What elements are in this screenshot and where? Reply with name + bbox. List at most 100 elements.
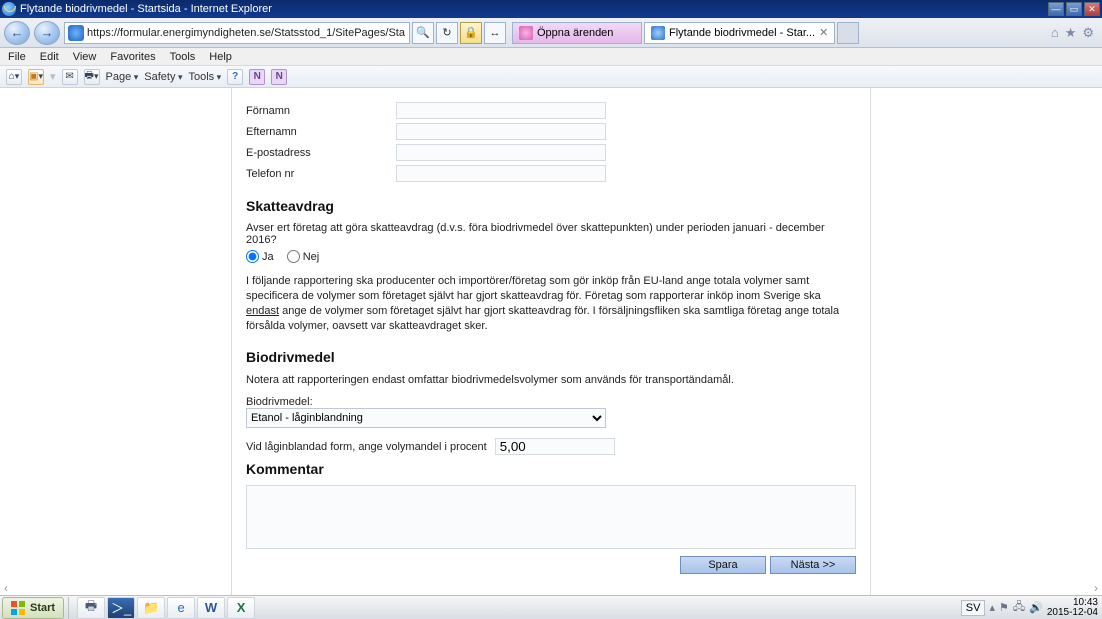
bio-select[interactable]: Etanol - låginblandning [246,408,606,428]
forward-button[interactable]: → [34,21,60,45]
input-efternamn[interactable] [396,123,606,140]
settings-icon[interactable]: ⚙ [1082,25,1094,41]
taskbar-explorer-icon[interactable]: 📁 [137,597,165,619]
input-epost[interactable] [396,144,606,161]
input-fornamn[interactable] [396,102,606,119]
tab-flytande-biodrivmedel[interactable]: Flytande biodrivmedel - Star... ✕ [644,22,835,44]
compat-button[interactable]: ↔ [484,22,506,44]
tab-label: Flytande biodrivmedel - Star... [669,27,815,39]
tray-chevron-icon[interactable]: ▴ [989,601,995,614]
kommentar-textarea[interactable] [246,485,856,549]
menu-edit[interactable]: Edit [40,51,59,63]
tray-network-icon[interactable]: 🖧 [1013,598,1025,617]
site-favicon-icon [68,25,84,41]
tab-close-icon[interactable]: ✕ [819,26,828,39]
menu-file[interactable]: File [8,51,26,63]
refresh-button[interactable]: ↻ [436,22,458,44]
ie-icon [2,2,16,16]
radio-nej-label: Nej [303,251,320,263]
minimize-button[interactable]: — [1048,2,1064,16]
taskbar: Start 🖶 ＞_ 📁 e W X SV ▴ ⚑ 🖧 🔊 10:43 2015… [0,595,1102,619]
onenote-icon[interactable]: N [271,69,287,85]
tab-favicon-icon [519,26,533,40]
home-dropdown-icon[interactable]: ⌂ [6,69,22,85]
label-epost: E-postadress [246,147,396,159]
tray-flag-icon[interactable]: ⚑ [999,601,1009,614]
feeds-dropdown-icon[interactable]: ▣ [28,69,44,85]
spara-button[interactable]: Spara [680,556,766,574]
taskbar-ie-icon[interactable]: e [167,597,195,619]
address-url: https://formular.energimyndigheten.se/St… [87,27,409,39]
page-viewport: Förnamn Efternamn E-postadress Telefon n… [0,88,1102,595]
windows-logo-icon [11,601,25,615]
skatt-question: Avser ert företag att göra skatteavdrag … [246,222,856,246]
favorites-icon[interactable]: ★ [1065,25,1077,41]
label-fornamn: Förnamn [246,105,396,117]
tab-label: Öppna ärenden [537,27,613,39]
taskbar-separator [68,597,73,619]
tray-language[interactable]: SV [961,600,986,616]
window-titlebar: Flytande biodrivmedel - Startsida - Inte… [0,0,1102,18]
tray-time: 10:43 [1047,598,1098,608]
heading-kommentar: Kommentar [246,461,856,477]
skatt-info-pre: I följande rapportering ska producenter … [246,275,821,302]
new-tab-button[interactable] [837,22,859,44]
skatt-info-under: endast [246,305,279,317]
radio-ja[interactable]: Ja [246,250,274,263]
address-bar[interactable]: https://formular.energimyndigheten.se/St… [64,22,410,44]
nasta-button[interactable]: Nästa >> [770,556,856,574]
start-button[interactable]: Start [2,597,64,619]
form-page: Förnamn Efternamn E-postadress Telefon n… [231,88,871,595]
menu-help[interactable]: Help [209,51,232,63]
page-menu[interactable]: Page [106,71,139,83]
scroll-area[interactable]: Förnamn Efternamn E-postadress Telefon n… [0,88,1102,595]
taskbar-word-icon[interactable]: W [197,597,225,619]
command-bar: ⌂ ▣ ▾ ✉ 🖶 Page Safety Tools ? N N [0,66,1102,88]
help-icon[interactable]: ? [227,69,243,85]
close-button[interactable]: ✕ [1084,2,1100,16]
menu-tools[interactable]: Tools [170,51,196,63]
bio-select-label: Biodrivmedel: [246,396,856,408]
onenote-linked-icon[interactable]: N [249,69,265,85]
heading-biodrivmedel: Biodrivmedel [246,349,856,365]
nasta-label: Nästa >> [791,559,836,571]
taskbar-powershell-icon[interactable]: ＞_ [107,597,135,619]
menu-bar: File Edit View Favorites Tools Help [0,48,1102,66]
start-label: Start [30,602,55,614]
address-row: ← → https://formular.energimyndigheten.s… [0,18,1102,48]
back-button[interactable]: ← [4,21,30,45]
system-tray: SV ▴ ⚑ 🖧 🔊 10:43 2015-12-04 [961,598,1102,618]
menu-view[interactable]: View [73,51,97,63]
taskbar-printer-icon[interactable]: 🖶 [77,597,105,619]
search-button[interactable]: 🔍 [412,22,434,44]
bio-note: Notera att rapporteringen endast omfatta… [246,373,856,388]
menu-favorites[interactable]: Favorites [110,51,155,63]
home-icon[interactable]: ⌂ [1051,25,1059,41]
tray-clock[interactable]: 10:43 2015-12-04 [1047,598,1098,618]
lock-icon: 🔒 [460,22,482,44]
label-efternamn: Efternamn [246,126,396,138]
radio-ja-input[interactable] [246,250,259,263]
tab-favicon-icon [651,26,665,40]
heading-skatteavdrag: Skatteavdrag [246,198,856,214]
mail-icon[interactable]: ✉ [62,69,78,85]
radio-nej[interactable]: Nej [287,250,320,263]
label-telefon: Telefon nr [246,168,396,180]
tools-menu[interactable]: Tools [188,71,221,83]
tab-oppna-arenden[interactable]: Öppna ärenden [512,22,642,44]
taskbar-excel-icon[interactable]: X [227,597,255,619]
print-dropdown-icon[interactable]: 🖶 [84,69,100,85]
radio-nej-input[interactable] [287,250,300,263]
radio-ja-label: Ja [262,251,274,263]
maximize-button[interactable]: ▭ [1066,2,1082,16]
pct-input[interactable] [495,438,615,455]
spara-label: Spara [708,559,737,571]
tray-volume-icon[interactable]: 🔊 [1029,601,1043,614]
skatt-info: I följande rapportering ska producenter … [246,274,856,333]
window-title: Flytande biodrivmedel - Startsida - Inte… [20,3,272,15]
skatt-info-post: ange de volymer som företaget självt har… [246,305,839,332]
input-telefon[interactable] [396,165,606,182]
tray-date: 2015-12-04 [1047,608,1098,618]
pct-label: Vid låginblandad form, ange volymandel i… [246,441,487,453]
safety-menu[interactable]: Safety [144,71,182,83]
